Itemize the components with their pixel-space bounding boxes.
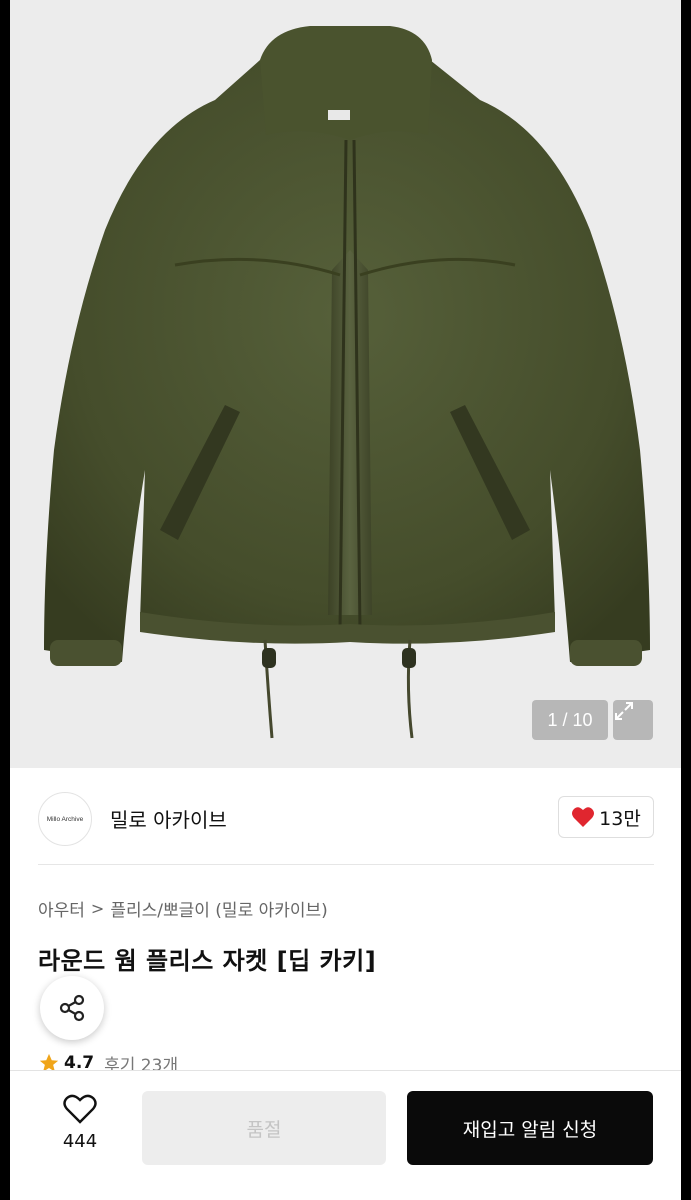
- product-image: [44, 26, 650, 739]
- brand-like-count: 13만: [599, 807, 641, 830]
- product-image-gallery[interactable]: 1 / 10: [10, 0, 681, 768]
- soldout-button[interactable]: 품절: [142, 1091, 386, 1165]
- product-page: 1 / 10 Millo Archive 밀로 아카이브 13만 아우터 > 플…: [10, 0, 681, 1200]
- expand-button[interactable]: [613, 700, 653, 740]
- share-button[interactable]: [40, 976, 104, 1040]
- breadcrumb-item-outer[interactable]: 아우터: [38, 896, 85, 921]
- bottom-action-bar: 444 품절 재입고 알림 신청: [10, 1070, 681, 1200]
- breadcrumb: 아우터 > 플리스/뽀글이 (밀로 아카이브): [38, 896, 328, 921]
- breadcrumb-item-fleece[interactable]: 플리스/뽀글이 (밀로 아카이브): [110, 896, 327, 921]
- heart-outline-icon: [63, 1094, 97, 1124]
- product-title: 라운드 웜 플리스 자켓 [딥 카키]: [38, 947, 377, 975]
- brand-name[interactable]: 밀로 아카이브: [110, 804, 227, 833]
- expand-icon: [615, 702, 633, 720]
- divider: [38, 864, 654, 865]
- brand-logo[interactable]: Millo Archive: [38, 792, 92, 846]
- brand-like-button[interactable]: 13만: [558, 796, 654, 838]
- wishlist-count: 444: [62, 1131, 98, 1152]
- brand-row: Millo Archive 밀로 아카이브 13만: [10, 768, 681, 868]
- restock-notify-button[interactable]: 재입고 알림 신청: [407, 1091, 653, 1165]
- wishlist-button[interactable]: 444: [50, 1093, 110, 1163]
- image-counter: 1 / 10: [532, 700, 608, 740]
- share-icon: [59, 994, 85, 1022]
- breadcrumb-separator: >: [90, 899, 105, 918]
- heart-icon: [572, 807, 595, 827]
